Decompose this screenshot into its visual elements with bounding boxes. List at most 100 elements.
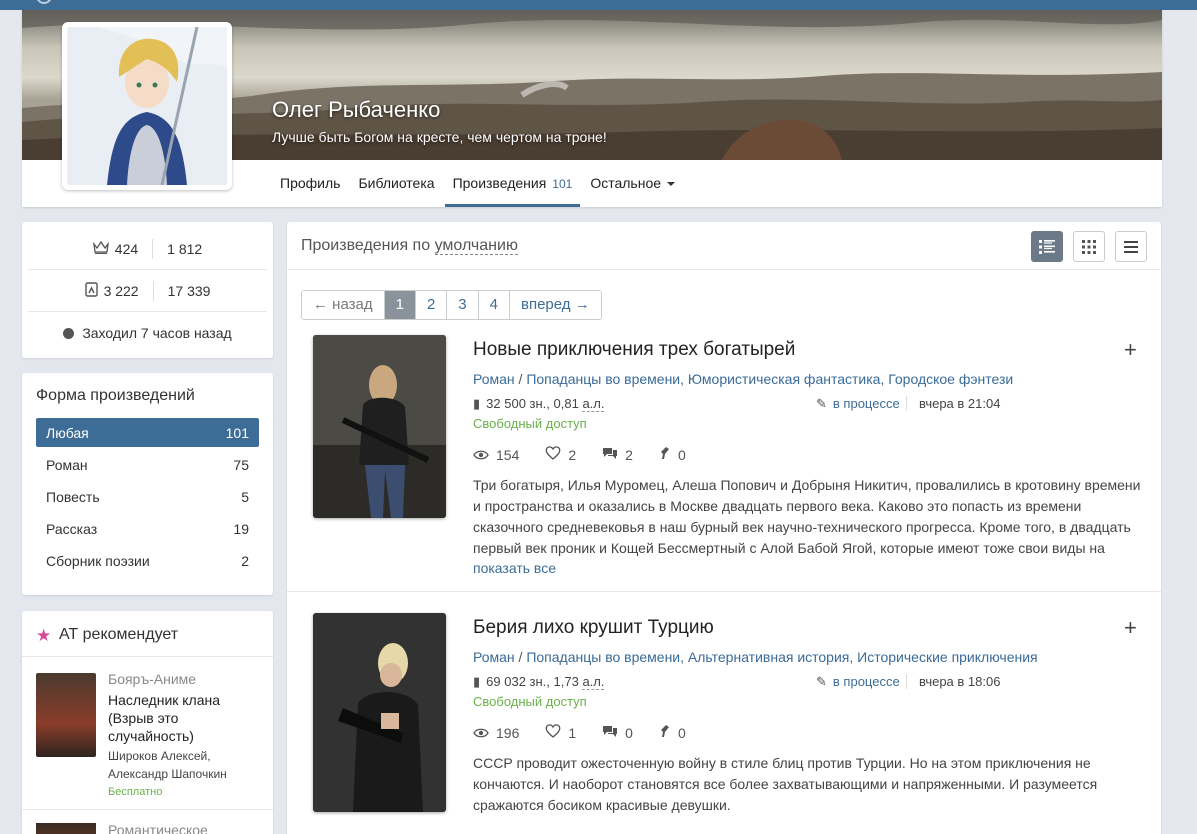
- form-item-label: Сборник поэзии: [46, 552, 150, 569]
- pager-next[interactable]: вперед →: [509, 291, 601, 319]
- views-count: 154: [496, 446, 520, 463]
- profile-tabs: Профиль Библиотека Произведения 101 Остал…: [272, 160, 685, 207]
- tab-other[interactable]: Остальное: [582, 160, 683, 207]
- tab-works-count: 101: [552, 177, 573, 191]
- book-size-unit: а.л.: [582, 674, 605, 690]
- book-status-label: в процессе: [832, 396, 900, 411]
- genre-link[interactable]: Роман: [473, 649, 515, 665]
- genre-link[interactable]: Исторические приключения: [857, 649, 1037, 665]
- caret-down-icon: [667, 182, 676, 187]
- pager-page[interactable]: 2: [415, 291, 448, 319]
- likes-count: 1: [568, 724, 577, 741]
- eye-icon: [473, 725, 489, 741]
- stats-row-library: 3 222 17 339: [28, 270, 267, 312]
- stat-library-a[interactable]: 3 222: [104, 283, 139, 299]
- add-to-library-icon[interactable]: +: [1124, 337, 1137, 363]
- book-date: вчера в 21:04: [906, 396, 1000, 411]
- stats-card: 424 1 812 3 222 17 339 Заходил 7 часов н…: [22, 222, 273, 358]
- pager-page[interactable]: 3: [447, 291, 479, 319]
- view-list-detailed-button[interactable]: [1031, 231, 1063, 262]
- genre-link[interactable]: Роман: [473, 371, 515, 387]
- work-forms-card: Форма произведений Любая 101 Роман 75 Пове…: [22, 373, 273, 595]
- rec-book-genre[interactable]: Романтическое: [108, 822, 208, 834]
- rec-book-genre[interactable]: Бояръ-Аниме: [108, 671, 196, 687]
- recommendations-card: ★ АТ рекомендует Бояръ-Аниме Наследник к…: [22, 611, 273, 834]
- stat-library-b[interactable]: 17 339: [168, 283, 211, 299]
- book-genres: Роман / Попаданцы во времени, Альтернати…: [473, 649, 1038, 665]
- genre-link[interactable]: Попаданцы во времени: [526, 371, 680, 387]
- pencil-icon: ✎: [816, 674, 827, 689]
- view-list-button[interactable]: [1115, 231, 1147, 262]
- comments-count: 0: [625, 724, 633, 741]
- book-genres: Роман / Попаданцы во времени, Юмористиче…: [473, 371, 1014, 387]
- crown-icon: [92, 240, 109, 257]
- reward-icon[interactable]: [659, 724, 671, 741]
- book-description: Три богатыря, Илья Муромец, Алеша Попови…: [473, 477, 1141, 556]
- pager-page[interactable]: 4: [478, 291, 510, 319]
- list-icon: [1124, 240, 1138, 253]
- book-status-label: в процессе: [832, 674, 900, 689]
- book-size-value: 69 032 зн., 1,73: [486, 674, 579, 689]
- form-item-any[interactable]: Любая 101: [36, 418, 259, 447]
- book-description: СССР проводит ожесточенную войну в стиле…: [473, 755, 1098, 813]
- form-item-label: Любая: [46, 424, 89, 441]
- form-item-count: 75: [233, 456, 249, 473]
- form-item-novel[interactable]: Роман 75: [36, 450, 259, 479]
- book-size-value: 32 500 зн., 0,81: [486, 396, 579, 411]
- book-cover[interactable]: [313, 613, 446, 812]
- genre-link[interactable]: Городское фэнтези: [888, 371, 1013, 387]
- rec-book-title[interactable]: Наследник клана (Взрыв это случайность): [108, 691, 258, 745]
- site-logo-icon[interactable]: [36, 0, 52, 4]
- tab-works[interactable]: Произведения 101: [444, 160, 581, 207]
- tab-library-label: Библиотека: [358, 175, 435, 191]
- eye-icon: [473, 447, 489, 463]
- stat-followers[interactable]: 424: [115, 241, 138, 257]
- grid-icon: [1082, 239, 1096, 254]
- book-title[interactable]: Новые приключения трех богатырей: [473, 339, 795, 361]
- heart-icon[interactable]: [545, 724, 561, 741]
- heart-icon[interactable]: [545, 446, 561, 463]
- book-size: ▮ 69 032 зн., 1,73 а.л.: [473, 674, 605, 690]
- book-access: Свободный доступ: [473, 694, 587, 709]
- genre-link[interactable]: Попаданцы во времени: [526, 649, 680, 665]
- book-cover[interactable]: [313, 335, 446, 518]
- comments-icon[interactable]: [602, 447, 618, 463]
- form-item-novella[interactable]: Повесть 5: [36, 482, 259, 511]
- reward-icon[interactable]: [659, 446, 671, 463]
- tab-profile-label: Профиль: [280, 175, 341, 191]
- rewards-count: 0: [677, 446, 686, 463]
- offline-status-icon: [63, 327, 75, 339]
- rec-book-cover[interactable]: [36, 673, 96, 757]
- profile-name: Олег Рыбаченко: [272, 97, 441, 122]
- comments-icon[interactable]: [602, 725, 618, 741]
- likes-count: 2: [568, 446, 577, 463]
- tab-profile[interactable]: Профиль: [272, 160, 348, 207]
- form-item-poetry[interactable]: Сборник поэзии 2: [36, 546, 259, 575]
- user-avatar[interactable]: [62, 22, 232, 190]
- book-title[interactable]: Берия лихо крушит Турцию: [473, 617, 714, 639]
- pager-page[interactable]: 1: [384, 291, 416, 319]
- book-size-unit: а.л.: [582, 396, 605, 412]
- sort-selector[interactable]: Произведения по умолчанию: [301, 237, 518, 255]
- add-to-library-icon[interactable]: +: [1124, 615, 1137, 641]
- works-header: Произведения по умолчанию: [287, 222, 1161, 270]
- book-stats: 154 2 2 0: [473, 446, 712, 463]
- stat-following[interactable]: 1 812: [167, 241, 202, 257]
- tab-library[interactable]: Библиотека: [350, 160, 442, 207]
- rec-book-author[interactable]: Широков Алексей, Александр Шапочкин: [108, 747, 268, 783]
- last-seen: Заходил 7 часов назад: [28, 312, 267, 354]
- show-more-link[interactable]: показать все: [473, 560, 556, 576]
- pager-prev[interactable]: ← назад: [302, 291, 385, 319]
- sort-value[interactable]: умолчанию: [434, 237, 518, 255]
- book-size: ▮ 32 500 зн., 0,81 а.л.: [473, 396, 605, 412]
- top-navbar: [0, 0, 1197, 10]
- form-item-label: Рассказ: [46, 520, 98, 537]
- view-grid-button[interactable]: [1073, 231, 1105, 262]
- sort-prefix: Произведения по: [301, 237, 431, 254]
- rec-book-price: Бесплатно: [108, 786, 163, 798]
- genre-link[interactable]: Альтернативная история: [688, 649, 849, 665]
- form-item-story[interactable]: Рассказ 19: [36, 514, 259, 543]
- rec-book-cover[interactable]: [36, 823, 96, 834]
- rewards-count: 0: [677, 724, 686, 741]
- genre-link[interactable]: Юмористическая фантастика: [688, 371, 881, 387]
